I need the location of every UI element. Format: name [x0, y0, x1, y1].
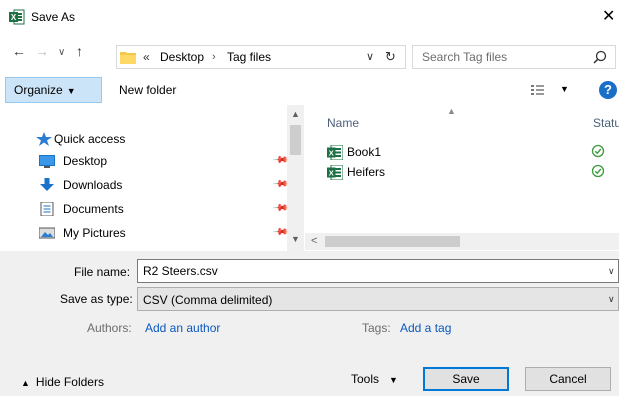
sidebar-item-label: Desktop [63, 154, 108, 168]
column-header-name[interactable]: Name [327, 116, 359, 130]
star-icon [36, 132, 52, 146]
documents-icon [40, 202, 54, 216]
scrollbar-thumb[interactable] [290, 125, 301, 155]
new-folder-button[interactable]: New folder [119, 83, 176, 97]
file-list-horizontal-scrollbar[interactable]: < [305, 233, 619, 250]
file-name: Heifers [347, 165, 386, 179]
column-header-status[interactable]: Statu [593, 116, 619, 130]
save-as-type-dropdown-icon[interactable]: ∨ [608, 294, 615, 305]
file-name-dropdown-icon[interactable]: ∨ [608, 266, 615, 277]
sidebar-item-quick-access[interactable]: Quick access [0, 128, 285, 150]
sidebar-item-label: Quick access [54, 132, 126, 146]
sync-ok-icon [591, 144, 605, 158]
close-icon[interactable]: ✕ [602, 6, 615, 26]
help-icon[interactable]: ? [599, 81, 617, 99]
forward-arrow-icon[interactable]: → [35, 43, 49, 59]
search-input[interactable] [422, 50, 582, 64]
add-tag-link[interactable]: Add a tag [400, 321, 451, 335]
back-arrow-icon[interactable]: ← [12, 43, 26, 59]
file-name-field[interactable] [137, 259, 619, 283]
scrollbar-thumb[interactable] [325, 236, 460, 247]
breadcrumb-tag-files[interactable]: Tag files [227, 50, 271, 64]
save-as-type-select[interactable]: CSV (Comma delimited) [137, 287, 619, 311]
sidebar-item-my-pictures[interactable]: My Pictures 📌 [0, 222, 289, 244]
sidebar-item-documents[interactable]: Documents 📌 [0, 198, 289, 220]
add-author-link[interactable]: Add an author [145, 321, 220, 335]
organize-label: Organize [14, 83, 63, 97]
sidebar-item-label: Downloads [63, 178, 123, 192]
file-name: Book1 [347, 145, 382, 159]
navigation-pane: Quick access Desktop 📌 Downloads 📌 Docum… [0, 105, 305, 251]
search-box[interactable] [412, 45, 616, 69]
save-as-type-label: Save as type: [60, 292, 133, 306]
hide-folders-label: Hide Folders [35, 375, 104, 389]
sort-ascending-icon: ▲ [447, 106, 456, 116]
breadcrumb-chevron-icon[interactable]: › [212, 51, 216, 63]
sidebar-item-label: My Pictures [63, 226, 126, 240]
address-bar[interactable]: « Desktop › Tag files ∨ ↻ [116, 45, 406, 69]
caret-up-icon: ▲ [21, 378, 30, 388]
excel-file-icon: X [327, 145, 343, 160]
organize-button[interactable]: Organize ▼ [5, 77, 102, 103]
command-toolbar: Organize ▼ New folder ▼ ? [0, 75, 619, 105]
desktop-icon [39, 155, 55, 168]
excel-file-icon: X [327, 165, 343, 180]
scroll-down-icon[interactable]: ▼ [291, 234, 300, 244]
folder-icon [120, 52, 136, 64]
breadcrumb-overflow-icon[interactable]: « [143, 50, 150, 64]
download-icon [40, 178, 54, 191]
search-icon[interactable] [593, 50, 607, 64]
scroll-left-icon[interactable]: < [311, 235, 317, 247]
address-dropdown-icon[interactable]: ∨ [366, 50, 374, 63]
caret-down-icon: ▼ [389, 375, 398, 385]
file-name-label: File name: [74, 265, 131, 279]
save-button[interactable]: Save [423, 367, 509, 391]
pictures-icon [39, 227, 55, 239]
sync-ok-icon [591, 164, 605, 178]
scroll-up-icon[interactable]: ▲ [291, 109, 300, 119]
recent-locations-chevron-icon[interactable]: ∨ [58, 45, 65, 61]
view-options-icon[interactable] [530, 83, 546, 97]
tools-button[interactable]: Tools ▼ [351, 372, 398, 386]
title-bar: X Save As ✕ [0, 0, 619, 34]
svg-text:X: X [329, 169, 334, 178]
authors-label: Authors: [87, 321, 132, 335]
tags-label: Tags: [362, 321, 391, 335]
sidebar-item-downloads[interactable]: Downloads 📌 [0, 174, 289, 196]
sidebar-item-desktop[interactable]: Desktop 📌 [0, 150, 289, 172]
sidebar-vertical-scrollbar[interactable]: ▲ ▼ [287, 105, 304, 251]
window-title: Save As [31, 10, 76, 24]
svg-text:X: X [11, 13, 17, 22]
caret-down-icon: ▼ [66, 86, 76, 96]
sidebar-item-label: Documents [63, 202, 124, 216]
view-caret-down-icon[interactable]: ▼ [560, 84, 569, 94]
file-row-heifers[interactable]: X Heifers [305, 162, 619, 182]
file-list-pane: ▲ Name Statu X Book1 X Heifers [305, 105, 619, 251]
cancel-button[interactable]: Cancel [525, 367, 611, 391]
hide-folders-button[interactable]: ▲ Hide Folders [21, 375, 104, 389]
excel-icon: X [9, 9, 25, 25]
svg-text:X: X [329, 149, 334, 158]
file-row-book1[interactable]: X Book1 [305, 142, 619, 162]
save-form-panel: File name: ∨ Save as type: CSV (Comma de… [0, 251, 619, 396]
breadcrumb-desktop[interactable]: Desktop [160, 50, 204, 64]
tools-label: Tools [351, 372, 380, 386]
up-arrow-icon[interactable]: ↑ [76, 43, 83, 59]
refresh-icon[interactable]: ↻ [385, 49, 396, 65]
